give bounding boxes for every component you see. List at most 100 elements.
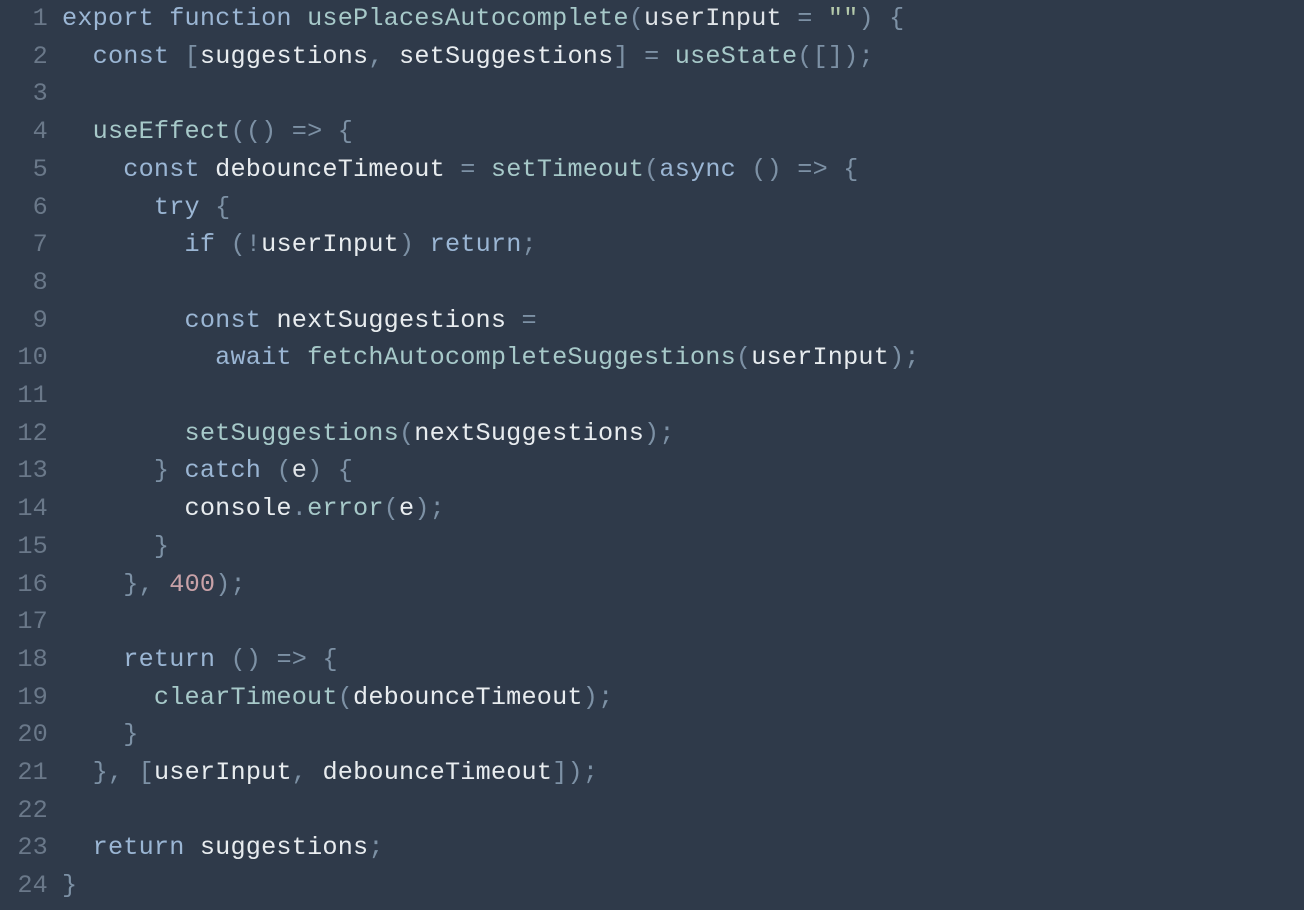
code-line: 14 console.error(e);	[0, 490, 1304, 528]
code-line: 23 return suggestions;	[0, 829, 1304, 867]
token: }	[154, 532, 169, 561]
token	[62, 117, 93, 146]
token: {	[215, 193, 230, 222]
token	[62, 343, 215, 372]
token	[62, 758, 93, 787]
line-number: 16	[0, 566, 62, 604]
token: debounceTimeout	[322, 758, 552, 787]
token: (	[751, 155, 766, 184]
token	[62, 645, 123, 674]
token	[659, 42, 674, 71]
token: )	[246, 645, 261, 674]
token: {	[338, 456, 353, 485]
token: userInput	[261, 230, 399, 259]
token: }	[154, 456, 169, 485]
token: ;	[659, 419, 674, 448]
token: function	[169, 4, 292, 33]
token: [	[139, 758, 154, 787]
line-number: 8	[0, 264, 62, 302]
token	[874, 4, 889, 33]
token: useState	[675, 42, 798, 71]
token: }	[123, 720, 138, 749]
token	[261, 645, 276, 674]
token: setSuggestions	[185, 419, 399, 448]
token: try	[154, 193, 200, 222]
token	[215, 645, 230, 674]
token: )	[215, 570, 230, 599]
token: setSuggestions	[399, 42, 613, 71]
code-content: setSuggestions(nextSuggestions);	[62, 415, 1304, 453]
token	[62, 230, 185, 259]
token: setTimeout	[491, 155, 644, 184]
token	[62, 570, 123, 599]
line-number: 11	[0, 377, 62, 415]
code-line: 15 }	[0, 528, 1304, 566]
code-line: 20 }	[0, 716, 1304, 754]
token: (	[384, 494, 399, 523]
token	[62, 155, 123, 184]
code-content: const nextSuggestions =	[62, 302, 1304, 340]
token	[62, 833, 93, 862]
token	[62, 193, 154, 222]
token: usePlacesAutocomplete	[307, 4, 629, 33]
code-content	[62, 603, 1304, 641]
token: ]	[613, 42, 628, 71]
token: )	[859, 4, 874, 33]
code-content: }	[62, 867, 1304, 905]
code-content: console.error(e);	[62, 490, 1304, 528]
token	[200, 193, 215, 222]
line-number: 19	[0, 679, 62, 717]
token: )	[414, 494, 429, 523]
token	[261, 306, 276, 335]
token	[322, 117, 337, 146]
token: e	[292, 456, 307, 485]
line-number: 20	[0, 716, 62, 754]
token	[62, 532, 154, 561]
line-number: 22	[0, 792, 62, 830]
code-content: }, [userInput, debounceTimeout]);	[62, 754, 1304, 792]
token: nextSuggestions	[276, 306, 506, 335]
token	[154, 4, 169, 33]
code-line: 11	[0, 377, 1304, 415]
token: (	[231, 230, 246, 259]
code-content: return suggestions;	[62, 829, 1304, 867]
token: (	[338, 683, 353, 712]
token: =	[797, 4, 812, 33]
token	[169, 42, 184, 71]
line-number: 4	[0, 113, 62, 151]
token: ,	[108, 758, 123, 787]
token	[276, 117, 291, 146]
code-content	[62, 792, 1304, 830]
token: )	[644, 419, 659, 448]
token: ""	[828, 4, 859, 33]
token: userInput	[154, 758, 292, 787]
token: ;	[583, 758, 598, 787]
token	[62, 683, 154, 712]
token	[292, 343, 307, 372]
token: )	[261, 117, 276, 146]
code-content	[62, 75, 1304, 113]
token: .	[292, 494, 307, 523]
token: (	[629, 4, 644, 33]
token: userInput	[751, 343, 889, 372]
code-content: }	[62, 528, 1304, 566]
code-content: useEffect(() => {	[62, 113, 1304, 151]
token	[307, 758, 322, 787]
code-line: 12 setSuggestions(nextSuggestions);	[0, 415, 1304, 453]
code-content: await fetchAutocompleteSuggestions(userI…	[62, 339, 1304, 377]
token: =	[460, 155, 475, 184]
token	[736, 155, 751, 184]
code-line: 9 const nextSuggestions =	[0, 302, 1304, 340]
line-number: 24	[0, 867, 62, 905]
code-line: 10 await fetchAutocompleteSuggestions(us…	[0, 339, 1304, 377]
token: return	[430, 230, 522, 259]
token	[476, 155, 491, 184]
code-content	[62, 377, 1304, 415]
token	[506, 306, 521, 335]
code-line: 3	[0, 75, 1304, 113]
line-number: 9	[0, 302, 62, 340]
token	[62, 419, 185, 448]
token: return	[123, 645, 215, 674]
token: debounceTimeout	[353, 683, 583, 712]
line-number: 18	[0, 641, 62, 679]
